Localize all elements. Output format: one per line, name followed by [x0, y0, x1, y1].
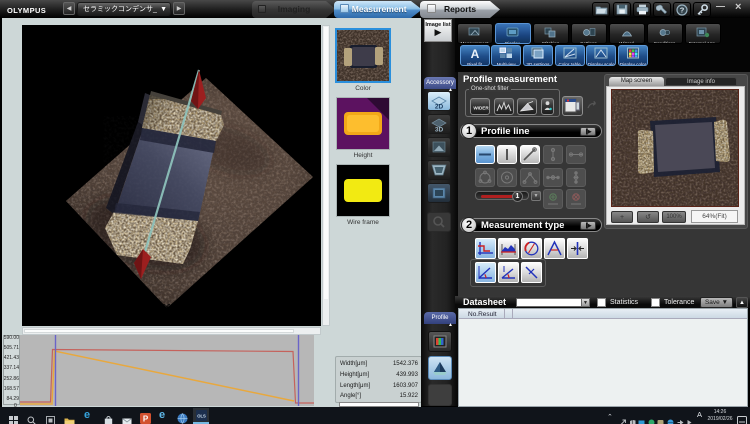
svg-text:OLS: OLS [197, 413, 206, 418]
svg-text:WIDER: WIDER [473, 106, 489, 111]
svg-text:?: ? [680, 5, 685, 14]
svg-text:P: P [143, 415, 149, 424]
svg-text:2D: 2D [435, 104, 444, 110]
svg-text:3D: 3D [435, 127, 444, 133]
svg-text:A: A [470, 47, 479, 59]
